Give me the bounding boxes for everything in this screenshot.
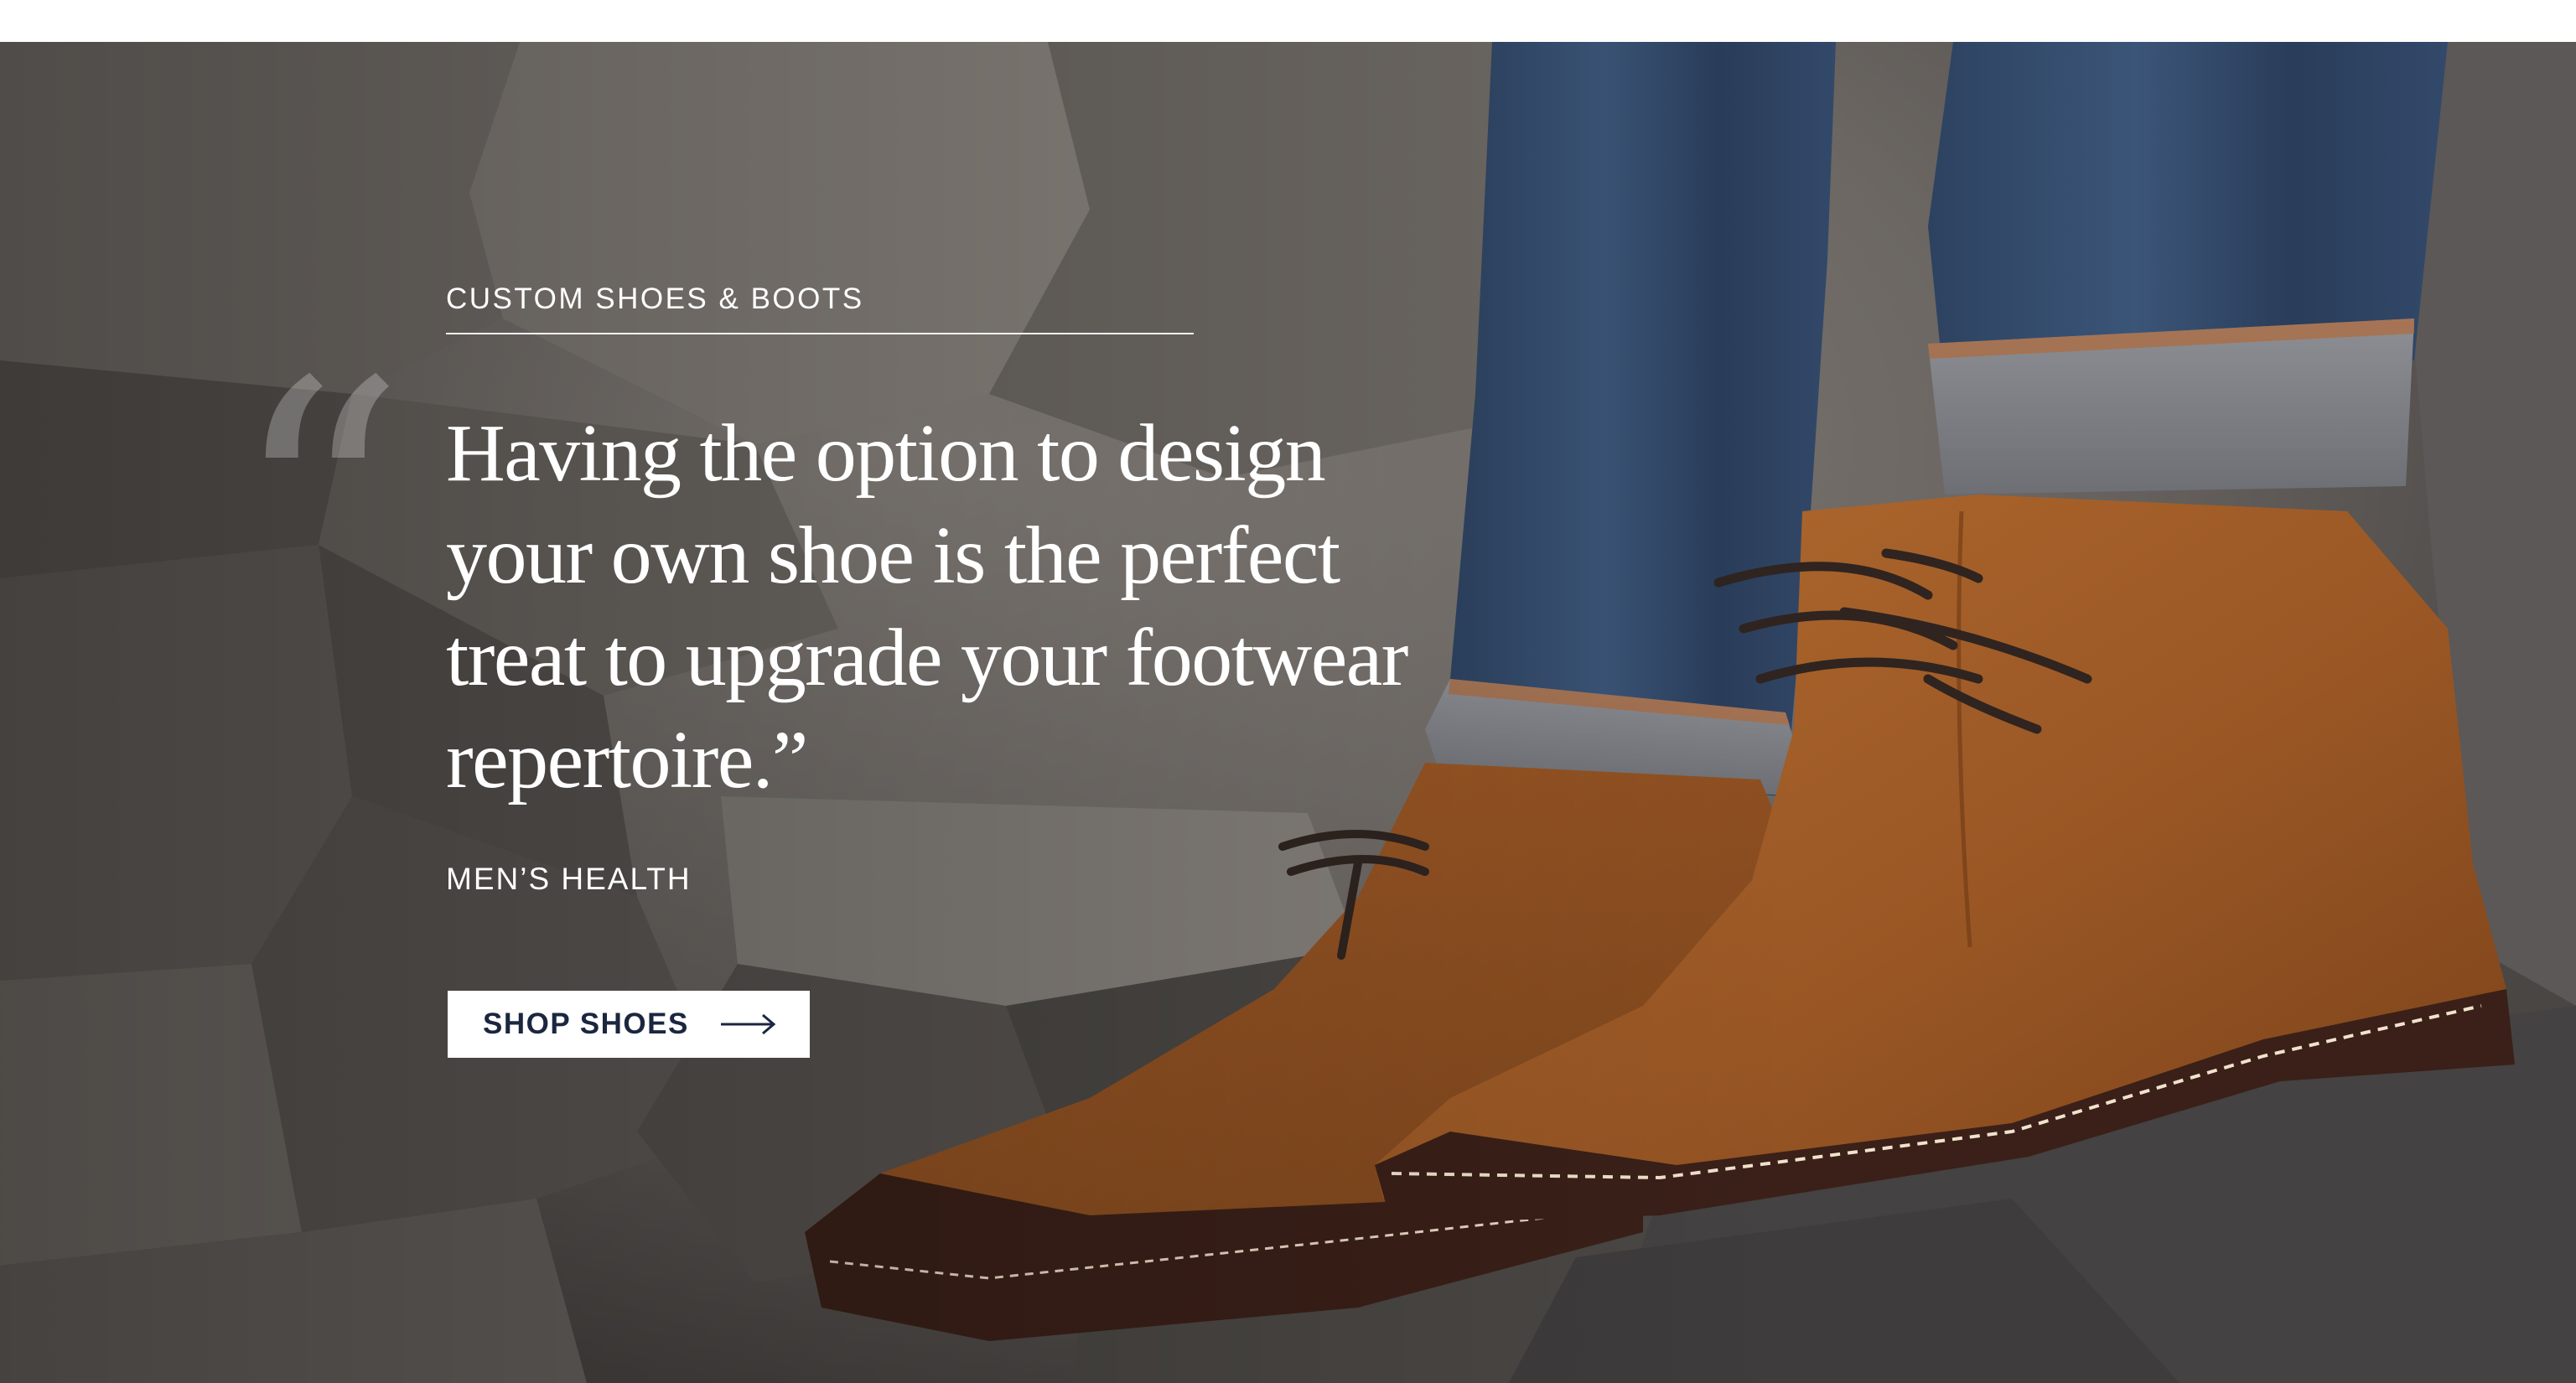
hero-banner: CUSTOM SHOES & BOOTS “ Having the option… — [0, 42, 2576, 1383]
shop-shoes-label: SHOP SHOES — [483, 1007, 689, 1040]
shop-shoes-button[interactable]: SHOP SHOES — [448, 991, 810, 1058]
hero-content: CUSTOM SHOES & BOOTS “ Having the option… — [0, 42, 2576, 1383]
eyebrow-divider — [446, 333, 1194, 334]
testimonial-quote: Having the option to design your own sho… — [446, 408, 1408, 805]
arrow-right-icon — [720, 1014, 776, 1034]
page: CUSTOM SHOES & BOOTS “ Having the option… — [0, 0, 2576, 1383]
hero-eyebrow: CUSTOM SHOES & BOOTS — [446, 282, 864, 315]
quote-mark-icon: “ — [231, 308, 407, 709]
quote-attribution: MEN’S HEALTH — [446, 862, 692, 896]
